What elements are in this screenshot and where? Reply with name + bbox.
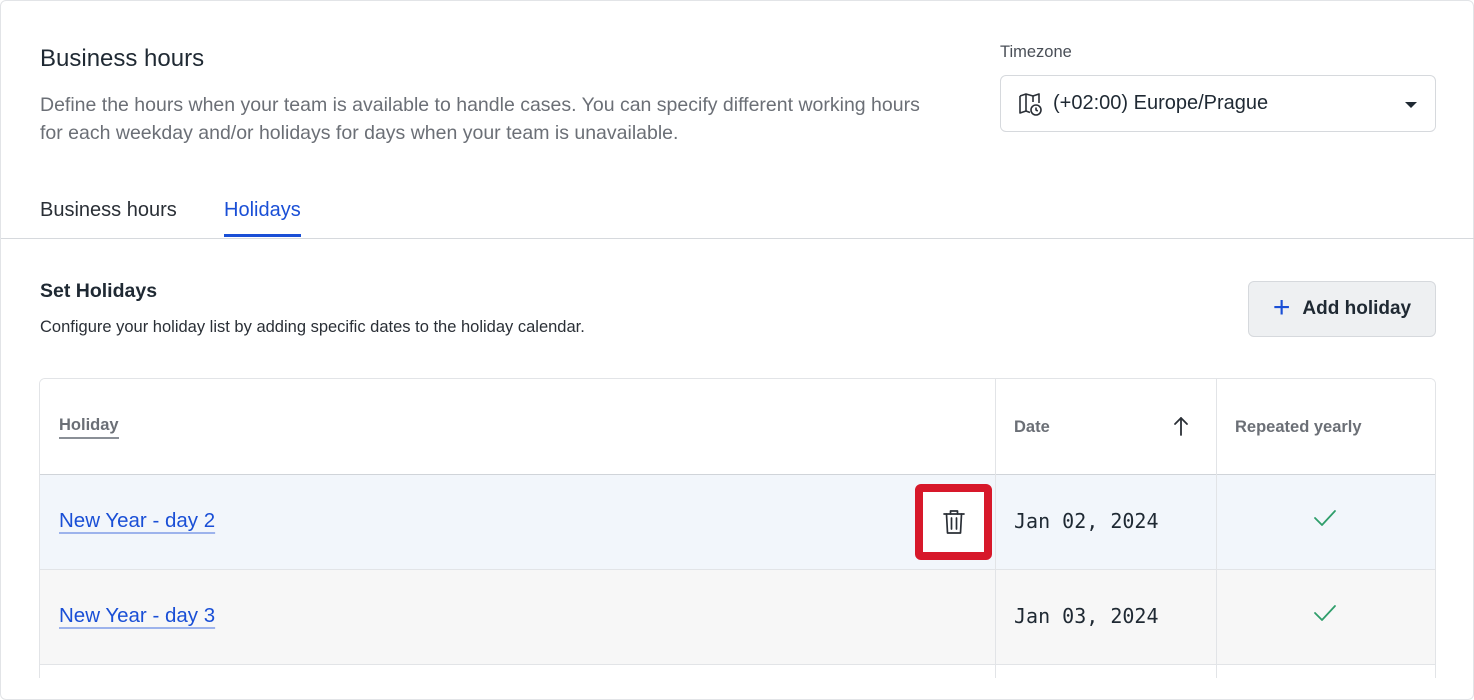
business-hours-panel: Business hours Define the hours when you… [0,0,1474,700]
checkmark-icon [1313,603,1337,623]
holiday-date: Jan 02, 2024 [1014,509,1159,533]
checkmark-icon [1313,508,1337,528]
timezone-value: (+02:00) Europe/Prague [1053,92,1269,114]
map-clock-icon [1017,91,1043,117]
plus-icon: + [1272,290,1291,324]
timezone-label: Timezone [1000,43,1072,61]
column-divider [1216,379,1217,678]
tab-bar: Business hours Holidays [1,191,1474,239]
column-divider [995,379,996,678]
tab-holidays[interactable]: Holidays [224,199,301,237]
table-row: New Year - day 3 Jan 03, 2024 [40,570,1435,665]
trash-icon [942,510,965,534]
section-title: Set Holidays [40,280,158,302]
section-description: Configure your holiday list by adding sp… [40,318,585,336]
chevron-down-icon [1405,102,1417,108]
sort-ascending-icon[interactable] [1172,415,1190,437]
table-row: New Year - day 2 Jan 02, 2024 [40,475,1435,570]
column-header-date[interactable]: Date [1014,379,1214,475]
page-title: Business hours [40,45,205,72]
holidays-table: Holiday Date Repeated yearly New Year - … [39,378,1436,678]
column-header-repeated-yearly: Repeated yearly [1235,417,1362,436]
holiday-date: Jan 03, 2024 [1014,604,1159,628]
delete-holiday-button[interactable] [915,484,992,560]
column-header-holiday[interactable]: Holiday [59,379,119,475]
timezone-select[interactable]: (+02:00) Europe/Prague [1000,75,1436,132]
tab-business-hours[interactable]: Business hours [40,199,177,234]
table-header: Holiday Date Repeated yearly [40,379,1435,475]
holiday-name-link[interactable]: New Year - day 3 [59,604,215,628]
add-holiday-label: Add holiday [1302,298,1412,319]
add-holiday-button[interactable]: + Add holiday [1248,281,1436,337]
page-description: Define the hours when your team is avail… [40,94,920,144]
holiday-name-link[interactable]: New Year - day 2 [59,509,215,533]
